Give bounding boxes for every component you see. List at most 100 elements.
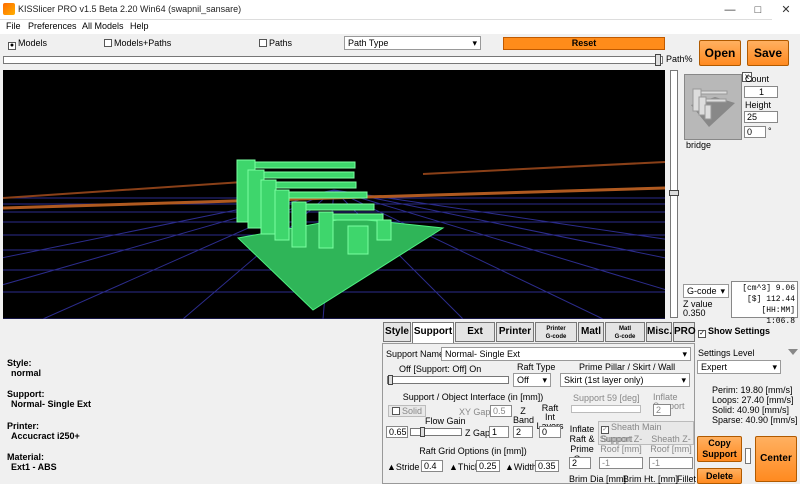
material-label: Material: <box>7 452 45 462</box>
printer-label: Printer: <box>7 421 40 431</box>
style-label: Style: <box>7 358 32 368</box>
support-on-off-label: Off [Support: Off] On <box>399 364 482 374</box>
raft-int-layers-stepper[interactable]: 0 <box>539 426 561 438</box>
prime-pillar-label: Prime Pillar / Skirt / Wall <box>579 362 676 372</box>
flow-gain-label: Flow Gain <box>425 416 466 426</box>
tab-pro[interactable]: PRO <box>673 322 696 342</box>
support-zroof-field[interactable]: -1 <box>599 457 643 469</box>
settings-level-select[interactable]: Expert <box>697 360 781 374</box>
close-button[interactable]: ✕ <box>772 0 800 20</box>
matl-gcode-bottom: G-code <box>614 334 636 340</box>
count-label: Count <box>745 74 770 84</box>
center-button[interactable]: Center <box>755 436 797 482</box>
prime-pillar-select[interactable]: Skirt (1st layer only) <box>560 373 690 387</box>
solid-checkbox[interactable]: Solid <box>388 405 427 417</box>
model-name: bridge <box>686 140 712 150</box>
flow-gain-field[interactable]: 0.65 <box>386 426 408 438</box>
support-slider-thumb[interactable] <box>388 375 393 385</box>
printer-gcode-top: Printer <box>546 326 566 332</box>
printer-value: Accucract i250+ <box>11 431 80 441</box>
tab-style[interactable]: Style <box>383 322 411 342</box>
reset-button[interactable]: Reset <box>503 37 665 50</box>
models-radio[interactable]: ● Models <box>8 38 47 50</box>
path-percent-slider[interactable] <box>3 56 663 64</box>
sheath-zroof-field[interactable]: -1 <box>649 457 693 469</box>
z-gap-label: Z Gap <box>465 428 491 438</box>
path-type-select[interactable]: Path Type <box>344 36 481 50</box>
raft-type-label: Raft Type <box>517 362 556 372</box>
tab-matl[interactable]: Matl <box>578 322 604 342</box>
title-bar: KISSlicer PRO v1.5 Beta 2.20 Win64 (swap… <box>0 0 800 20</box>
stat-cost: [$] 112.44 <box>746 295 795 304</box>
delete-button[interactable]: Delete <box>697 468 742 484</box>
save-button[interactable]: Save <box>747 40 789 66</box>
path-percent-label: Path% <box>666 54 693 64</box>
degree-symbol: ° <box>768 126 772 136</box>
matl-gcode-top: Matl <box>619 326 631 332</box>
thick-field[interactable]: 0.25 <box>476 460 500 472</box>
menu-all-models[interactable]: All Models <box>82 21 124 31</box>
print-stats: [cm^3] 9.06 [$] 112.44 [HH:MM] 1:06.8 <box>731 281 798 326</box>
radio-selected-icon: ● <box>8 42 16 50</box>
brim-ht-label: Brim Ht. [mm] <box>623 474 678 484</box>
support-settings-panel: Support Name Normal- Single Ext Off [Sup… <box>382 343 696 484</box>
width-field[interactable]: 0.35 <box>535 460 559 472</box>
stride-field[interactable]: 0.4 <box>421 460 443 472</box>
maximize-button[interactable]: □ <box>744 0 772 20</box>
tab-matl-gcode[interactable]: Matl G-code <box>605 322 645 342</box>
minimize-button[interactable]: — <box>716 0 744 20</box>
support-value: Normal- Single Ext <box>11 399 92 409</box>
raft-type-select[interactable]: Off <box>513 373 551 387</box>
xy-gap-field[interactable]: 0.5 <box>490 405 512 417</box>
tab-misc[interactable]: Misc. <box>646 322 672 342</box>
layer-slider-thumb[interactable] <box>669 190 679 196</box>
material-value: Ext1 - ABS <box>11 462 57 472</box>
scroll-handle[interactable] <box>745 448 751 464</box>
settings-level-label: Settings Level <box>698 348 755 358</box>
z-band-field[interactable]: 2 <box>513 426 533 438</box>
inflate-support-field[interactable]: 2 <box>653 404 671 416</box>
checkbox-icon: ✓ <box>698 330 706 338</box>
menu-bar: File Preferences All Models Help <box>0 20 800 34</box>
support-deg-label: Support 59 [deg] <box>573 393 640 403</box>
height-field[interactable]: 25 <box>744 111 778 123</box>
speed-perim: Perim: 19.80 [mm/s] <box>712 385 793 395</box>
3d-viewport[interactable] <box>3 70 665 319</box>
inflate-raft-field[interactable]: 2 <box>569 457 591 469</box>
tab-printer-gcode[interactable]: Printer G-code <box>535 322 577 342</box>
path-slider-thumb[interactable] <box>655 54 661 66</box>
open-button[interactable]: Open <box>699 40 741 66</box>
tab-support[interactable]: Support <box>412 322 454 344</box>
speed-solid: Solid: 40.90 [mm/s] <box>712 405 790 415</box>
app-icon <box>3 3 15 15</box>
z-value: 0.350 <box>683 308 706 318</box>
sheath-zroof-label: Sheath Z-Roof [mm] <box>650 434 692 454</box>
support-angle-slider[interactable] <box>571 405 641 413</box>
model-thumbnail[interactable] <box>684 74 742 140</box>
brim-dia-label: Brim Dia [mm] <box>569 474 626 484</box>
copy-support-button[interactable]: Copy Support <box>697 436 742 462</box>
flow-gain-slider[interactable] <box>410 428 462 436</box>
paths-checkbox[interactable]: Paths <box>259 38 292 48</box>
model-preview-icon <box>691 88 735 127</box>
gcode-select[interactable]: G-code <box>683 284 729 298</box>
tab-ext-map[interactable]: Ext Map <box>455 322 495 355</box>
menu-file[interactable]: File <box>6 21 21 31</box>
menu-help[interactable]: Help <box>130 21 149 31</box>
show-settings-checkbox[interactable]: ✓ Show Settings <box>698 326 770 338</box>
z-gap-field[interactable]: 1 <box>489 426 509 438</box>
flow-gain-thumb[interactable] <box>420 427 425 437</box>
count-stepper[interactable]: 1 <box>744 86 778 98</box>
collapse-arrow-icon[interactable] <box>788 349 798 355</box>
menu-preferences[interactable]: Preferences <box>28 21 77 31</box>
build-plate-render <box>3 159 665 319</box>
support-on-off-slider[interactable] <box>387 376 509 384</box>
tab-printer[interactable]: Printer <box>496 322 534 342</box>
profile-summary: Style: normal Support: Normal- Single Ex… <box>0 322 380 484</box>
models-paths-checkbox[interactable]: Models+Paths <box>104 38 171 48</box>
height-label: Height <box>745 100 772 110</box>
support-name-select[interactable]: Normal- Single Ext <box>441 347 691 361</box>
stat-time: [HH:MM] 1:06.8 <box>761 306 795 326</box>
rotation-field[interactable]: 0 <box>744 126 766 138</box>
speed-sparse: Sparse: 40.90 [mm/s] <box>712 415 798 425</box>
